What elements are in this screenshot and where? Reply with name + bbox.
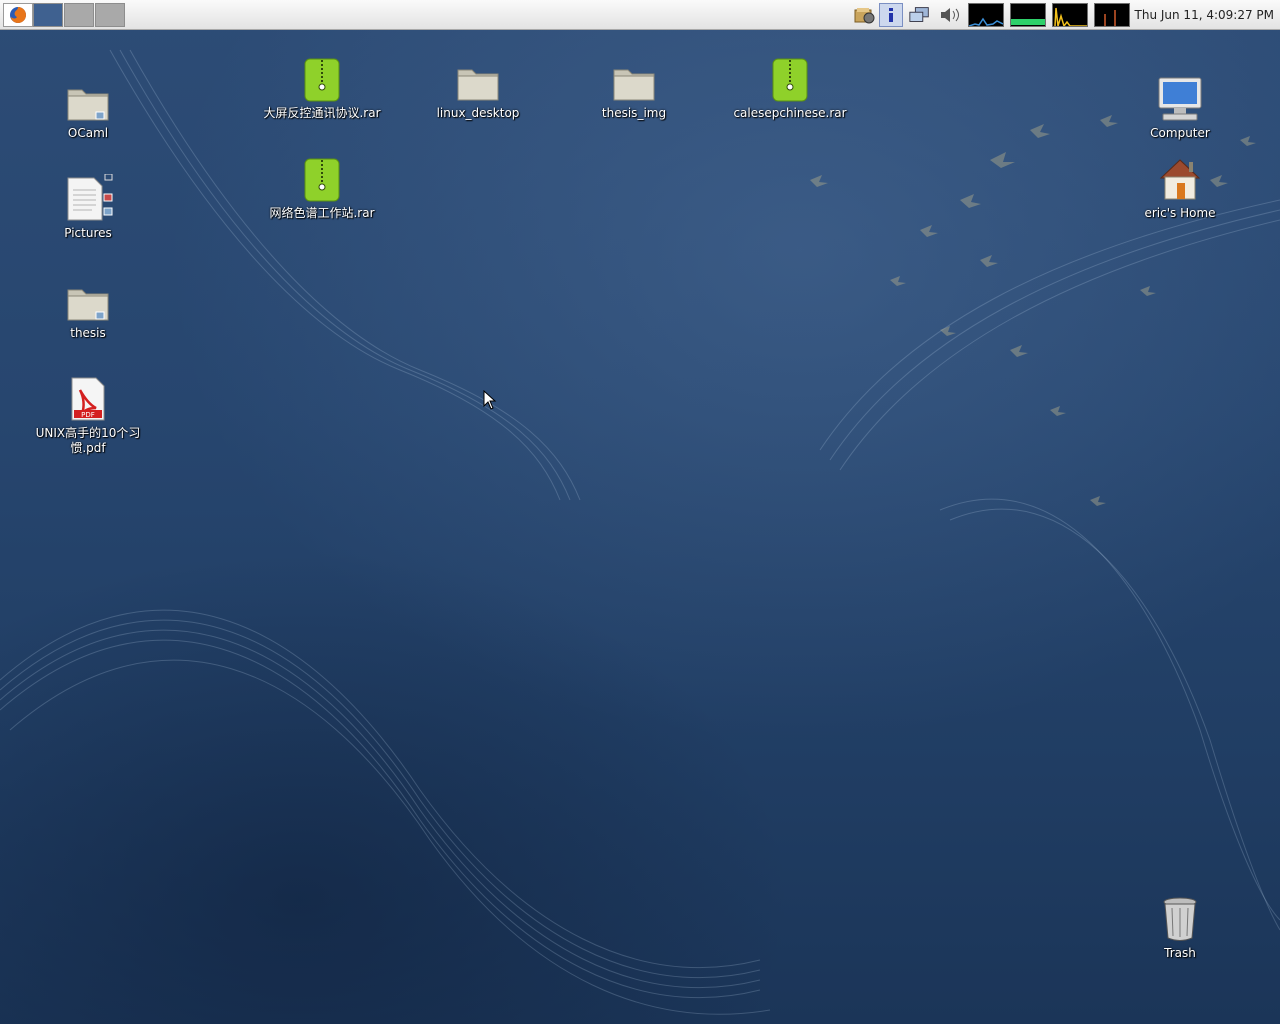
wallpaper (0, 49, 1280, 1015)
firefox-launcher[interactable] (3, 3, 33, 27)
desktop-item-pictures[interactable]: Pictures (28, 174, 148, 241)
folder-icon (67, 289, 109, 321)
desktop-item-wangluosepu-rar[interactable]: 网络色谱工作站.rar (262, 154, 382, 221)
archive-icon (772, 58, 808, 102)
workspace-3[interactable] (95, 3, 125, 27)
trash-icon (1163, 897, 1197, 941)
desktop-item-trash[interactable]: Trash (1120, 894, 1240, 961)
info-icon[interactable] (879, 3, 903, 27)
desktop-item-calesepchinese-rar[interactable]: calesepchinese.rar (730, 54, 850, 121)
desktop-item-home[interactable]: eric's Home (1120, 154, 1240, 221)
folder-icon (613, 69, 655, 101)
computer-icon (1158, 77, 1202, 121)
archive-icon (304, 158, 340, 202)
workspace-2[interactable] (64, 3, 94, 27)
cpu-monitor[interactable] (968, 3, 1004, 27)
folder-icon (457, 69, 499, 101)
update-notifier-icon[interactable] (852, 3, 876, 27)
load-monitor[interactable] (1094, 3, 1130, 27)
document-icon (67, 174, 113, 221)
volume-icon[interactable] (938, 3, 962, 27)
svg-text:PDF: PDF (81, 411, 95, 419)
top-panel: Thu Jun 11, 4:09:27 PM (0, 0, 1280, 30)
desktop-item-linux-desktop[interactable]: linux_desktop (418, 54, 538, 121)
network-icon[interactable] (908, 3, 932, 27)
desktop-item-thesis[interactable]: thesis (28, 274, 148, 341)
archive-icon (304, 58, 340, 102)
folder-icon (67, 89, 109, 121)
desktop-item-computer[interactable]: Computer (1120, 74, 1240, 141)
desktop-item-ocaml[interactable]: OCaml (28, 74, 148, 141)
network-monitor[interactable] (1052, 3, 1088, 27)
desktop-item-dapingfankong-rar[interactable]: 大屏反控通讯协议.rar (262, 54, 382, 121)
workspace-1[interactable] (33, 3, 63, 27)
desktop-item-unix-pdf[interactable]: PDF UNIX高手的10个习惯.pdf (28, 374, 148, 456)
desktop-item-thesis-img[interactable]: thesis_img (574, 54, 694, 121)
pdf-icon: PDF (71, 377, 105, 421)
home-icon (1159, 159, 1201, 200)
clock[interactable]: Thu Jun 11, 4:09:27 PM (1135, 0, 1274, 30)
firefox-icon (10, 7, 26, 23)
memory-monitor[interactable] (1010, 3, 1046, 27)
mouse-cursor-icon (483, 390, 497, 410)
